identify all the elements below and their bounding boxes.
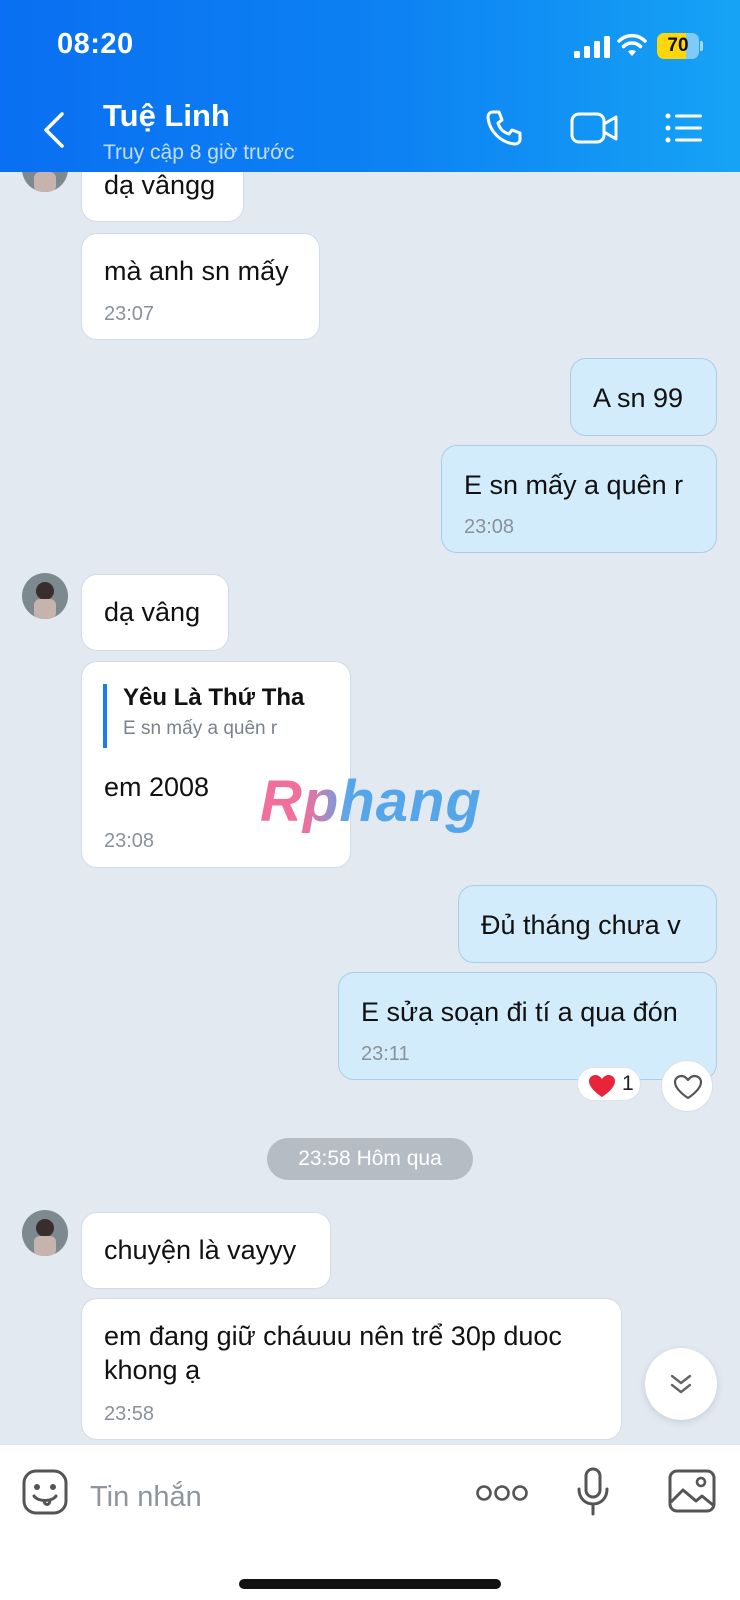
message-time: 23:08 [104,830,155,852]
message-text: Đủ tháng chưa v [481,910,681,940]
scroll-to-bottom-button[interactable] [645,1348,717,1420]
heart-reaction-icon [589,1075,615,1097]
image-icon[interactable] [668,1469,716,1513]
message-bubble-outgoing[interactable]: E sn mấy a quên r 23:08 [441,445,717,553]
quoted-text: E sn mấy a quên r [123,718,278,739]
chevron-double-down-icon [670,1374,692,1394]
react-heart-button[interactable] [661,1060,713,1112]
chat-header: 08:20 70 Tuệ Linh Truy cập 8 giờ trước [0,0,740,172]
more-icon[interactable] [476,1483,528,1503]
heart-icon [673,1074,703,1100]
cellular-signal-icon [574,36,610,58]
wifi-icon [617,33,647,56]
battery-level: 70 [667,35,689,56]
message-text: E sn mấy a quên r [464,470,684,500]
home-indicator [239,1579,501,1589]
message-text: mà anh sn mấy [104,256,289,286]
back-icon[interactable] [38,110,72,150]
menu-list-icon[interactable] [664,108,704,148]
message-bubble-incoming[interactable]: em đang giữ cháuuu nên trể 30p duoc khon… [81,1298,622,1440]
microphone-icon[interactable] [576,1467,610,1517]
message-text: em 2008 [104,772,210,802]
sticker-icon[interactable] [22,1469,68,1515]
message-bubble-incoming[interactable]: chuyện là vayyy [81,1212,331,1289]
battery-icon: 70 [657,33,703,59]
message-text: A sn 99 [593,383,684,413]
contact-avatar[interactable] [22,1210,68,1256]
message-bubble-outgoing[interactable]: Đủ tháng chưa v [458,885,717,963]
video-call-icon[interactable] [570,108,618,148]
watermark: Rphang [260,769,482,834]
message-text: em đang giữ cháuuu nên trể 30p duoc khon… [104,1321,562,1385]
message-composer: Tin nhắn [0,1444,740,1600]
message-bubble-outgoing[interactable]: E sửa soạn đi tí a qua đón 23:11 [338,972,717,1080]
status-time: 08:20 [57,28,134,60]
message-bubble-incoming[interactable]: dạ vâng [81,574,229,651]
date-separator: 23:58 Hôm qua [267,1138,473,1180]
phone-icon[interactable] [484,108,524,148]
message-time: 23:11 [361,1043,410,1065]
reaction-badge[interactable]: 1 [577,1067,641,1101]
message-text: E sửa soạn đi tí a qua đón [361,997,678,1027]
message-bubble-incoming[interactable]: mà anh sn mấy 23:07 [81,233,320,340]
message-time: 23:07 [104,303,155,325]
contact-avatar[interactable] [22,573,68,619]
quoted-message[interactable]: Yêu Là Thứ Tha E sn mấy a quên r [103,684,323,748]
contact-name[interactable]: Tuệ Linh [103,98,230,134]
message-input[interactable]: Tin nhắn [90,1481,202,1514]
quoted-sender: Yêu Là Thứ Tha [123,684,305,711]
message-text: chuyện là vayyy [104,1235,297,1265]
message-bubble-incoming-reply[interactable]: Yêu Là Thứ Tha E sn mấy a quên r em 2008… [81,661,351,868]
message-time: 23:58 [104,1403,155,1425]
message-time: 23:08 [464,516,515,538]
reaction-count: 1 [622,1072,634,1095]
message-bubble-outgoing[interactable]: A sn 99 [570,358,717,436]
contact-last-seen: Truy cập 8 giờ trước [103,141,295,164]
message-text: dạ vângg [104,170,216,200]
message-text: dạ vâng [104,597,201,627]
